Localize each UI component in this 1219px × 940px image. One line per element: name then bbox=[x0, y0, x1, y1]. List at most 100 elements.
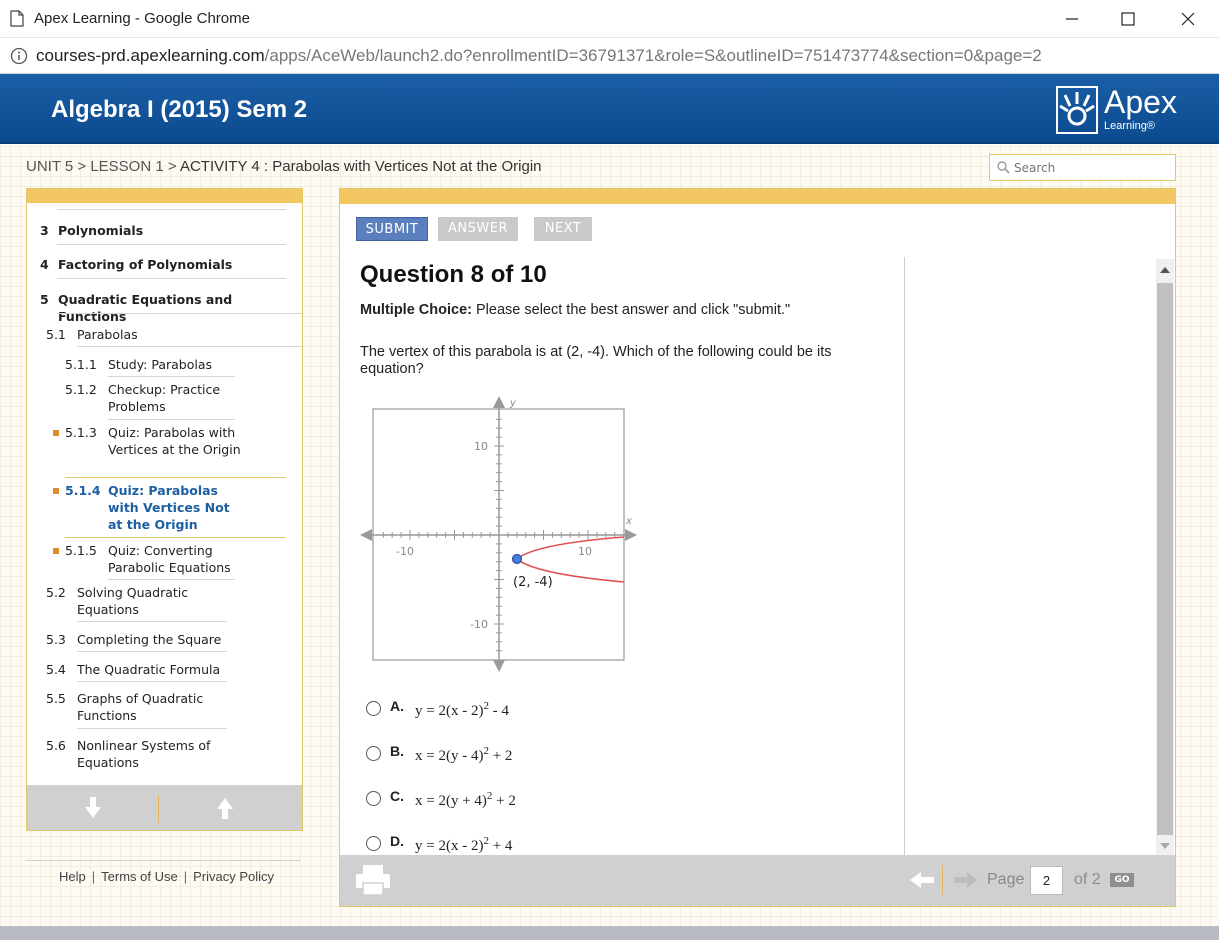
vertex-point bbox=[511, 553, 523, 565]
arrow-down-icon[interactable] bbox=[82, 795, 104, 821]
divider bbox=[77, 346, 302, 347]
lesson-label: Graphs of Quadratic Functions bbox=[77, 691, 204, 723]
scroll-up-icon[interactable] bbox=[1156, 262, 1174, 280]
instructions-text: Please select the best answer and click … bbox=[471, 302, 791, 318]
lesson-number: 5.4 bbox=[46, 662, 66, 677]
submit-button[interactable]: SUBMIT bbox=[356, 217, 428, 241]
logo-subtitle: Learning® bbox=[1104, 120, 1155, 132]
quiz-bullet bbox=[53, 488, 59, 494]
divider bbox=[57, 244, 286, 245]
close-icon[interactable] bbox=[1174, 6, 1202, 32]
parabola-graph: y x 10 -10 10 -10 (2, -4) bbox=[360, 396, 637, 672]
page-count: of 2 bbox=[1074, 871, 1101, 888]
tick-label-pos-x: 10 bbox=[578, 545, 592, 558]
window-title: Apex Learning - Google Chrome bbox=[34, 10, 250, 27]
radio-b[interactable] bbox=[366, 746, 381, 761]
question-text: The vertex of this parabola is at (2, -4… bbox=[360, 344, 832, 377]
divider bbox=[57, 313, 302, 314]
scroll-down-icon[interactable] bbox=[1156, 836, 1174, 854]
scrollbar[interactable] bbox=[1156, 259, 1174, 855]
question-heading: Question 8 of 10 bbox=[360, 261, 547, 288]
lesson-number: 5.3 bbox=[46, 632, 66, 647]
x-axis-left-arrow bbox=[360, 529, 372, 541]
url-text[interactable]: courses-prd.apexlearning.com/apps/AceWeb… bbox=[36, 46, 1042, 66]
footer-links: Help | Terms of Use | Privacy Policy bbox=[59, 869, 274, 884]
y-axis-bottom-arrow bbox=[493, 660, 505, 672]
tick-label-neg-y: -10 bbox=[470, 618, 488, 631]
radio-d[interactable] bbox=[366, 836, 381, 851]
activity-number: 5.1.3 bbox=[65, 425, 97, 440]
activity-label: Quiz: Converting Parabolic Equations bbox=[108, 543, 231, 575]
divider-active bbox=[65, 537, 286, 538]
breadcrumb-current: ACTIVITY 4 : Parabolas with Vertices Not… bbox=[179, 158, 542, 175]
address-bar[interactable]: courses-prd.apexlearning.com/apps/AceWeb… bbox=[0, 38, 1219, 74]
tick-label-pos-y: 10 bbox=[474, 440, 488, 453]
y-axis-label: y bbox=[509, 398, 517, 409]
print-icon[interactable] bbox=[354, 863, 392, 897]
choice-equation: x = 2(y - 4)2 + 2 bbox=[415, 745, 513, 764]
info-icon[interactable] bbox=[10, 47, 28, 65]
quiz-bullet bbox=[53, 548, 59, 554]
activity-label: Study: Parabolas bbox=[108, 357, 213, 372]
arrow-up-icon[interactable] bbox=[214, 795, 236, 821]
choice-letter: A. bbox=[390, 698, 404, 714]
unit-label: Factoring of Polynomials bbox=[58, 257, 233, 272]
unit-number: 3 bbox=[40, 223, 49, 238]
divider bbox=[77, 681, 227, 682]
divider bbox=[108, 579, 235, 580]
terms-link[interactable]: Terms of Use bbox=[101, 869, 178, 884]
divider-active bbox=[65, 477, 286, 478]
bottom-strip bbox=[0, 926, 1219, 940]
instructions-label: Multiple Choice: bbox=[360, 302, 472, 318]
unit-number: 5 bbox=[40, 292, 49, 307]
search-input[interactable] bbox=[1014, 158, 1169, 178]
lesson-label: Solving Quadratic Equations bbox=[77, 585, 189, 617]
lesson-label: Completing the Square bbox=[77, 632, 222, 647]
radio-a[interactable] bbox=[366, 701, 381, 716]
prev-page-icon[interactable] bbox=[910, 871, 934, 889]
search-icon bbox=[997, 161, 1010, 174]
next-button[interactable]: NEXT bbox=[534, 217, 592, 241]
outline-nav-bar bbox=[27, 785, 302, 830]
footer-rule bbox=[26, 860, 301, 861]
search-box[interactable] bbox=[989, 154, 1176, 181]
divider bbox=[77, 621, 227, 622]
lesson-number: 5.1 bbox=[46, 327, 66, 342]
x-axis-label: x bbox=[625, 516, 632, 527]
divider bbox=[108, 419, 235, 420]
unit-label: Quadratic Equations and Functions bbox=[58, 292, 233, 324]
outline-top-bar bbox=[27, 189, 302, 203]
footer-separator: | bbox=[91, 869, 96, 884]
scrollbar-thumb[interactable] bbox=[1157, 283, 1173, 835]
go-button[interactable]: GO bbox=[1110, 873, 1134, 887]
answer-button[interactable]: ANSWER bbox=[438, 217, 518, 241]
activity-number: 5.1.2 bbox=[65, 382, 97, 397]
lesson-label: Parabolas bbox=[77, 327, 138, 342]
unit-number: 4 bbox=[40, 257, 49, 272]
activity-number: 5.1.5 bbox=[65, 543, 97, 558]
y-axis-top-arrow bbox=[493, 396, 505, 408]
lesson-label: The Quadratic Formula bbox=[77, 662, 221, 677]
footer-separator bbox=[942, 865, 943, 895]
minimize-icon[interactable] bbox=[1058, 6, 1086, 32]
course-outline: 3 Polynomials 4 Factoring of Polynomials… bbox=[26, 188, 303, 831]
breadcrumb-path[interactable]: UNIT 5 > LESSON 1 > bbox=[26, 158, 180, 175]
url-path: /apps/AceWeb/launch2.do?enrollmentID=367… bbox=[264, 46, 1042, 65]
vertex-label: (2, -4) bbox=[513, 575, 553, 590]
apex-logo: Apex Learning® bbox=[1056, 84, 1177, 136]
radio-c[interactable] bbox=[366, 791, 381, 806]
help-link[interactable]: Help bbox=[59, 869, 86, 884]
column-divider bbox=[904, 257, 905, 855]
privacy-link[interactable]: Privacy Policy bbox=[193, 869, 274, 884]
course-title: Algebra I (2015) Sem 2 bbox=[51, 96, 308, 123]
browser-title-bar: Apex Learning - Google Chrome bbox=[0, 0, 1219, 38]
maximize-icon[interactable] bbox=[1114, 6, 1142, 32]
page-number-input[interactable] bbox=[1030, 866, 1063, 895]
choice-equation: y = 2(x - 2)2 + 4 bbox=[415, 835, 513, 854]
next-page-icon[interactable] bbox=[954, 871, 978, 889]
activity-label: Quiz: Parabolas with Vertices Not at the… bbox=[108, 483, 230, 532]
question-footer: Page of 2 GO bbox=[340, 855, 1175, 906]
logo-word: Apex bbox=[1104, 84, 1177, 120]
choice-equation: x = 2(y + 4)2 + 2 bbox=[415, 790, 516, 809]
url-host: courses-prd.apexlearning.com bbox=[36, 46, 265, 65]
